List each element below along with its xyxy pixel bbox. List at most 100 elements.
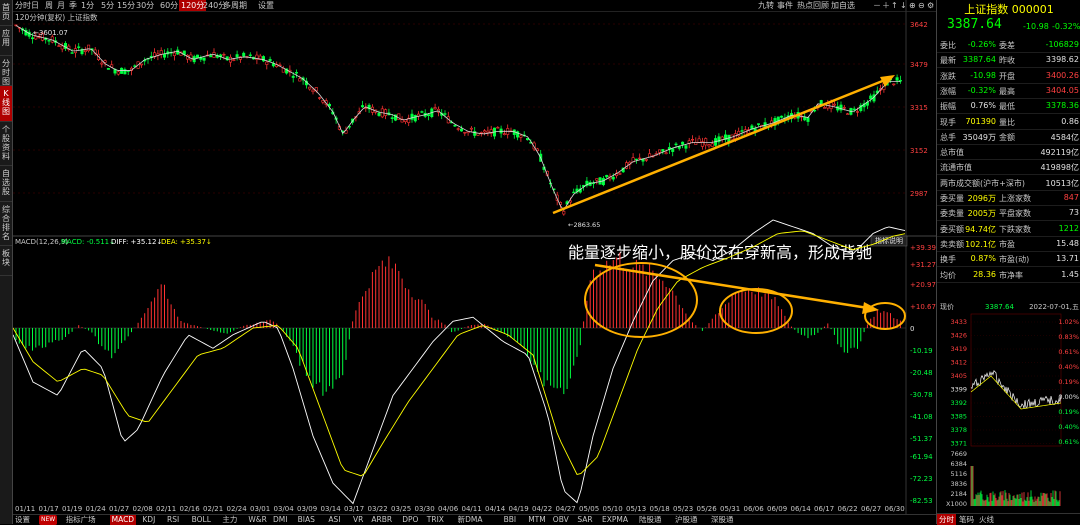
candle-body xyxy=(459,128,463,132)
quote-label: 委差 xyxy=(999,41,1015,50)
quote-label: 最新 xyxy=(940,56,956,66)
macd-tick-label: -30.78 xyxy=(910,391,933,399)
x-tick-label: 06/27 xyxy=(861,505,881,513)
x-tick-label: 01/19 xyxy=(62,505,82,513)
macd-value: MACD: -0.511↓ xyxy=(61,238,115,246)
macd-histogram xyxy=(15,252,901,396)
quote-label: 两市成交额(沪市+深市) xyxy=(940,178,1025,188)
candle-body xyxy=(163,53,167,58)
x-tick-label: 01/11 xyxy=(15,505,35,513)
quote-label: 上涨家数 xyxy=(999,194,1031,203)
left-tab-5[interactable]: 自选股 xyxy=(0,166,12,202)
mini-tab-1[interactable]: 笔码 xyxy=(957,514,976,525)
candle-body xyxy=(100,62,104,65)
quote-value: -10.98 xyxy=(970,70,996,80)
candle-body xyxy=(740,130,744,132)
quote-label: 均价 xyxy=(940,270,956,280)
quote-value: 28.36 xyxy=(973,269,996,279)
mini-right-tick: 0.19% xyxy=(1058,408,1079,416)
mini-right-tick: 0.61% xyxy=(1058,438,1079,446)
candle-body xyxy=(298,78,302,82)
macd-tick-label: 0 xyxy=(910,325,914,333)
left-tab-6[interactable]: 综合排名 xyxy=(0,202,12,246)
candle-body xyxy=(611,176,615,180)
candle-body xyxy=(410,113,414,120)
quote-label: 换手 xyxy=(940,255,956,265)
x-tick-label: 04/27 xyxy=(556,505,576,513)
y-tick-label: 3642 xyxy=(910,21,928,29)
quote-label: 委买量 xyxy=(940,194,964,203)
diff-line xyxy=(13,219,906,505)
candle-body xyxy=(456,128,460,130)
mini-tab-0[interactable]: 分时 xyxy=(937,514,956,525)
candle-body xyxy=(360,105,364,108)
x-tick-label: 04/06 xyxy=(438,505,459,513)
highlight-ellipse-1 xyxy=(584,262,698,338)
quote-label: 平盘家数 xyxy=(999,209,1031,219)
quote-label: 昨收 xyxy=(999,56,1015,66)
candle-body xyxy=(420,111,424,113)
candle-body xyxy=(605,174,609,178)
quote-label: 市盈(动) xyxy=(999,255,1030,265)
mini-right-tick: 0.61% xyxy=(1058,348,1079,356)
mini-left-tick: 3399 xyxy=(950,386,967,394)
x-tick-label: 06/30 xyxy=(885,505,905,513)
candle-body xyxy=(572,191,576,194)
quote-label: 下跌家数 xyxy=(999,224,1031,234)
candle-body xyxy=(813,109,817,112)
quote-row: 振幅 0.76% 最低 3378.36 xyxy=(937,98,1080,115)
candle-body xyxy=(265,61,269,65)
candle-body xyxy=(842,107,846,109)
candle-body xyxy=(384,109,388,116)
quote-value: 102.1亿 xyxy=(965,239,996,249)
candle-body xyxy=(638,157,642,160)
candle-body xyxy=(634,158,638,161)
left-tab-4[interactable]: 个股资料 xyxy=(0,122,12,166)
quote-row: 卖卖额 102.1亿 市盈 15.48 xyxy=(937,236,1080,252)
mini-tab-2[interactable]: 火线 xyxy=(977,514,996,525)
x-tick-label: 03/14 xyxy=(321,505,342,513)
left-tab-bar: 首页 应用 分时图 K线图 个股资料 自选股 综合排名 板块 xyxy=(0,0,13,524)
quote-value: -0.26% xyxy=(967,40,996,49)
quote-value: 3378.36 xyxy=(1045,101,1079,111)
quote-row: 均价 28.36 市净率 1.45 xyxy=(937,267,1080,283)
candle-body xyxy=(496,127,500,129)
left-tab-7[interactable]: 板块 xyxy=(0,246,12,276)
mini-left-tick: 3412 xyxy=(950,359,967,367)
x-tick-label: 05/26 xyxy=(697,505,718,513)
candle-body xyxy=(829,102,833,109)
x-tick-label: 05/18 xyxy=(650,505,670,513)
dea-value: DEA: +35.37↓ xyxy=(161,238,212,246)
mini-right-tick: 0.83% xyxy=(1058,333,1079,341)
quote-value: -106829 xyxy=(1045,40,1079,49)
left-tab-1[interactable]: 应用 xyxy=(0,26,12,56)
candle-body xyxy=(413,114,417,122)
x-tick-label: 01/24 xyxy=(86,505,107,513)
mini-intraday-chart: 现价 3387.64 2022-07-01,五 3433 3426 3419 3412 340… xyxy=(937,300,1080,513)
candle-body xyxy=(618,173,622,175)
x-tick-label: 06/09 xyxy=(767,505,787,513)
candle-body xyxy=(463,132,467,134)
left-tab-3[interactable]: K线图 xyxy=(0,86,12,122)
mini-right-tick: 1.02% xyxy=(1058,318,1079,326)
candle-body xyxy=(479,132,483,134)
quote-label: 流通市值 xyxy=(940,163,972,173)
macd-tick-label: -61.94 xyxy=(910,453,933,461)
candle-body xyxy=(308,86,312,90)
candle-body xyxy=(47,40,51,42)
left-tab-0[interactable]: 首页 xyxy=(0,0,12,26)
candle-body xyxy=(822,107,826,109)
candle-body xyxy=(235,54,239,58)
candle-body xyxy=(390,117,394,119)
left-tab-2[interactable]: 分时图 xyxy=(0,56,12,86)
indicator-bar: 设置 NEW 指标广场 MACD KDJ RSI BOLL 主力 W&R DMI BIAS ASI VR… xyxy=(13,514,936,525)
quote-row: 总市值 492119亿 xyxy=(937,144,1080,161)
candle-body xyxy=(196,54,200,58)
x-tick-label: 02/11 xyxy=(156,505,176,513)
quote-label: 涨幅 xyxy=(940,86,956,96)
candle-body xyxy=(229,56,233,63)
x-tick-label: 03/09 xyxy=(297,505,317,513)
quote-label: 总市值 xyxy=(940,148,964,158)
candle-body xyxy=(869,95,873,100)
quote-row: 委卖量 2005万 平盘家数 73 xyxy=(937,205,1080,222)
